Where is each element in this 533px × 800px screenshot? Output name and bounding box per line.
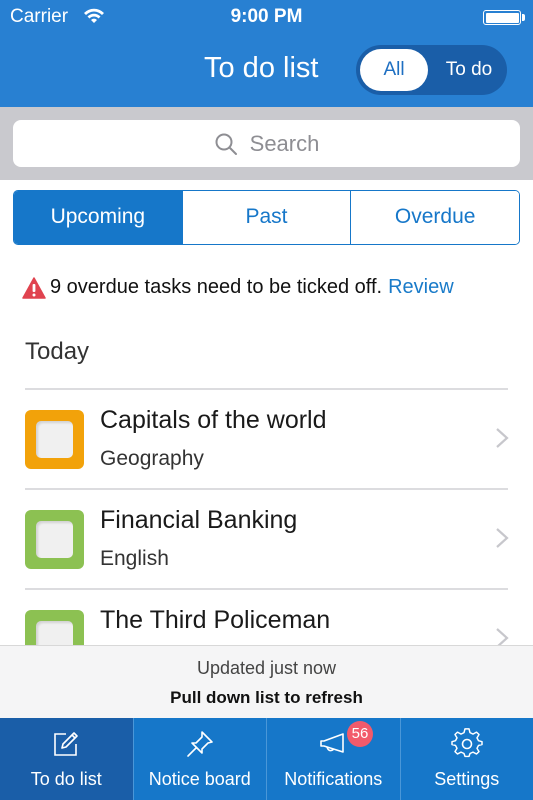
task-checkbox[interactable]	[25, 510, 84, 569]
refresh-status: Updated just now	[196, 658, 337, 678]
overdue-alert: 9 overdue tasks need to be ticked off. R…	[22, 276, 454, 299]
section-title-today: Today	[25, 338, 90, 365]
task-title: Capitals of the world	[100, 406, 327, 434]
notification-badge: 56	[347, 721, 373, 747]
filter-toggle[interactable]: All To do	[356, 45, 507, 95]
battery-nub	[522, 14, 525, 21]
status-bar: Carrier 9:00 PM	[0, 0, 533, 36]
megaphone-icon	[320, 733, 345, 753]
alert-message: 9 overdue tasks need to be ticked off.	[50, 276, 383, 298]
chevron-right-icon	[496, 528, 509, 548]
task-checkbox[interactable]	[25, 410, 84, 469]
warning-icon	[22, 276, 46, 299]
tab-label: To do list	[30, 769, 102, 789]
chevron-right-icon	[496, 428, 509, 448]
tab-upcoming[interactable]: Upcoming	[14, 191, 182, 244]
task-row[interactable]: Financial Banking English	[0, 490, 533, 588]
filter-all-option[interactable]: All	[360, 49, 428, 91]
page-title: To do list	[204, 52, 319, 84]
pull-to-refresh-panel: Updated just now Pull down list to refre…	[0, 645, 533, 718]
tab-label: Notifications	[284, 769, 383, 789]
tab-bar: To do list Notice board 56 Notifications…	[0, 718, 533, 800]
clock: 9:00 PM	[230, 6, 303, 27]
filter-todo-option[interactable]: To do	[434, 49, 504, 91]
search-icon	[215, 133, 237, 155]
task-title: Financial Banking	[100, 506, 298, 534]
gear-icon	[451, 728, 483, 758]
review-link[interactable]: Review	[388, 276, 454, 299]
tab-notifications[interactable]: 56 Notifications	[266, 718, 400, 800]
tab-todo-list[interactable]: To do list	[0, 718, 133, 800]
search-area: Search	[0, 107, 533, 180]
task-title: The Third Policeman	[100, 606, 331, 634]
tab-label: Settings	[434, 769, 500, 789]
tab-notice-board[interactable]: Notice board	[132, 718, 267, 800]
tab-label: Notice board	[148, 769, 251, 789]
edit-icon	[54, 732, 79, 756]
task-subject: English	[100, 547, 169, 570]
refresh-hint: Pull down list to refresh	[170, 688, 363, 707]
tab-overdue[interactable]: Overdue	[350, 191, 519, 244]
search-input[interactable]: Search	[13, 120, 520, 167]
date-filter-segment: Upcoming Past Overdue	[13, 190, 520, 245]
search-placeholder: Search	[249, 130, 320, 156]
navigation-bar: Carrier 9:00 PM To do list All To do	[0, 0, 533, 107]
tab-past[interactable]: Past	[181, 191, 351, 244]
battery-icon	[483, 10, 521, 25]
pin-icon	[186, 731, 213, 757]
tab-settings[interactable]: Settings	[399, 718, 533, 800]
task-row[interactable]: Capitals of the world Geography	[0, 390, 533, 488]
task-subject: Geography	[100, 447, 204, 470]
